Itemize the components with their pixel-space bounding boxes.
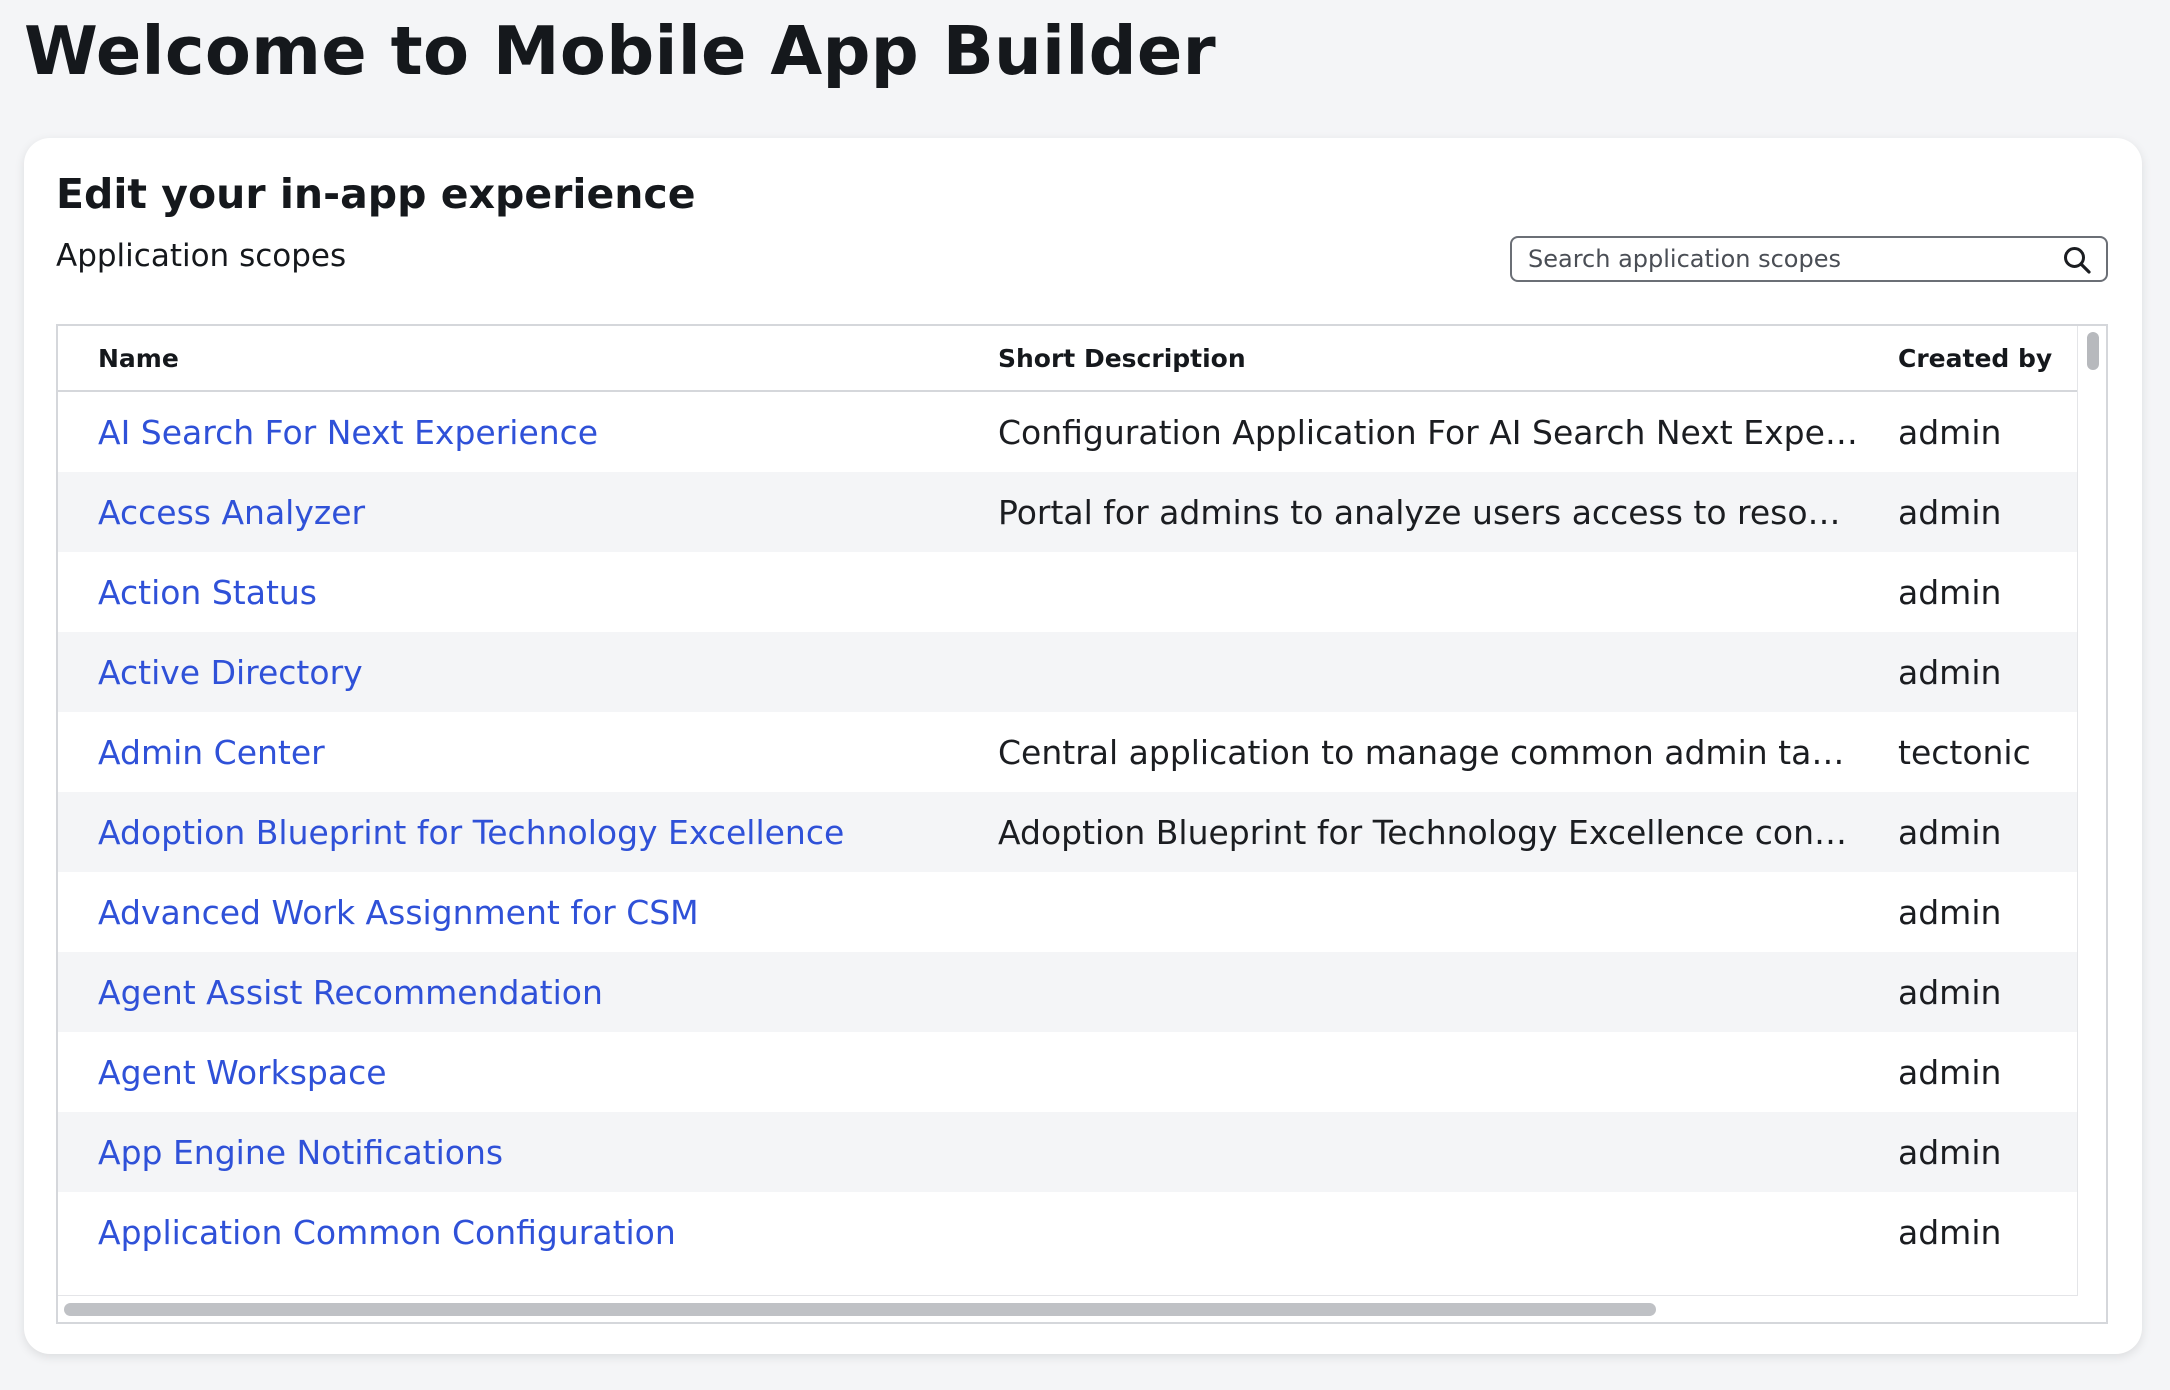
cell-short-description: Configuration Application For AI Search … <box>998 412 1858 452</box>
cell-created-by: tectonic <box>1898 732 2031 772</box>
table-row[interactable]: AI Search For Next Experience Configurati… <box>58 391 2078 472</box>
cell-name: Admin Center <box>58 712 958 792</box>
horizontal-scrollbar[interactable] <box>58 1295 2078 1322</box>
cell-created-by: admin <box>1858 1112 2078 1192</box>
search-box <box>1510 236 2108 282</box>
search-icon[interactable] <box>2062 245 2092 275</box>
cell-created-by: admin <box>1858 792 2078 872</box>
scope-name-link[interactable]: Agent Workspace <box>98 1053 387 1092</box>
scope-name-link[interactable]: Application Common Configuration <box>98 1213 676 1252</box>
cell-short-description <box>958 1112 1858 1192</box>
app-scopes-card: Edit your in-app experience Application … <box>24 138 2142 1354</box>
cell-name: Active Directory <box>58 632 958 712</box>
page-title: Welcome to Mobile App Builder <box>24 12 1216 90</box>
scope-name-link[interactable]: Admin Center <box>98 733 325 772</box>
cell-created-by: admin <box>1898 892 2002 932</box>
scope-name-link[interactable]: Active Directory <box>98 653 363 692</box>
cell-name: Advanced Work Assignment for CSM <box>58 872 958 952</box>
cell-short-description: Adoption Blueprint for Technology Excell… <box>958 792 1858 872</box>
table-row[interactable]: Admin Center Central application to manag… <box>58 712 2078 792</box>
scope-name-link[interactable]: Agent Assist Recommendation <box>98 973 603 1012</box>
vertical-scrollbar-thumb[interactable] <box>2087 332 2099 370</box>
table-row[interactable]: Agent Workspace admin <box>58 1032 2078 1112</box>
vertical-scrollbar[interactable] <box>2077 326 2106 1322</box>
scopes-table: Name Short Description Created by AI Sea… <box>58 326 2078 1272</box>
table-row[interactable]: Adoption Blueprint for Technology Excell… <box>58 792 2078 872</box>
scope-name-link[interactable]: AI Search For Next Experience <box>98 413 598 452</box>
cell-name: App Engine Notifications <box>58 1112 958 1192</box>
cell-name: Agent Assist Recommendation <box>58 952 958 1032</box>
cell-name: Action Status <box>58 552 958 632</box>
cell-created-by: admin <box>1858 472 2078 552</box>
cell-created-by: admin <box>1858 632 2078 712</box>
search-input[interactable] <box>1528 240 2048 278</box>
cell-short-description <box>958 632 1858 712</box>
section-title: Application scopes <box>56 238 347 274</box>
scopes-table-container: Name Short Description Created by AI Sea… <box>56 324 2108 1324</box>
cell-name: Agent Workspace <box>58 1032 958 1112</box>
cell-short-description <box>958 872 1858 952</box>
column-header-short-description[interactable]: Short Description <box>958 326 1858 392</box>
cell-created-by: admin <box>1898 1212 2002 1252</box>
cell-created-by: admin <box>1898 1052 2002 1092</box>
table-row[interactable]: Action Status admin <box>58 552 2078 632</box>
table-row[interactable]: Application Common Configuration admin <box>58 1192 2078 1272</box>
column-header-created-by[interactable]: Created by <box>1858 326 2078 392</box>
table-row[interactable]: Advanced Work Assignment for CSM admin <box>58 872 2078 952</box>
horizontal-scrollbar-thumb[interactable] <box>64 1303 1656 1316</box>
table-row[interactable]: Agent Assist Recommendation admin <box>58 952 2078 1032</box>
card-title: Edit your in-app experience <box>56 170 696 218</box>
cell-name: AI Search For Next Experience <box>58 391 958 472</box>
table-row[interactable]: Active Directory admin <box>58 632 2078 712</box>
scope-name-link[interactable]: App Engine Notifications <box>98 1133 503 1172</box>
cell-name: Application Common Configuration <box>58 1192 958 1272</box>
cell-name: Adoption Blueprint for Technology Excell… <box>58 792 958 872</box>
cell-created-by: admin <box>1858 952 2078 1032</box>
table-header-row: Name Short Description Created by <box>58 326 2078 392</box>
scope-name-link[interactable]: Advanced Work Assignment for CSM <box>98 893 699 932</box>
cell-short-description: Central application to manage common adm… <box>998 732 1858 772</box>
cell-short-description <box>958 1032 1858 1112</box>
table-row[interactable]: Access Analyzer Portal for admins to anal… <box>58 472 2078 552</box>
scope-name-link[interactable]: Access Analyzer <box>98 493 365 532</box>
column-header-name[interactable]: Name <box>58 326 958 392</box>
table-row[interactable]: App Engine Notifications admin <box>58 1112 2078 1192</box>
cell-created-by: admin <box>1898 412 2002 452</box>
cell-created-by: admin <box>1898 572 2002 612</box>
scope-name-link[interactable]: Action Status <box>98 573 317 612</box>
cell-name: Access Analyzer <box>58 472 958 552</box>
table-body: AI Search For Next Experience Configurati… <box>58 391 2078 1272</box>
scope-name-link[interactable]: Adoption Blueprint for Technology Excell… <box>98 813 844 852</box>
cell-short-description <box>958 1192 1858 1272</box>
cell-short-description <box>958 952 1858 1032</box>
cell-short-description <box>958 552 1858 632</box>
cell-short-description: Portal for admins to analyze users acces… <box>958 472 1858 552</box>
